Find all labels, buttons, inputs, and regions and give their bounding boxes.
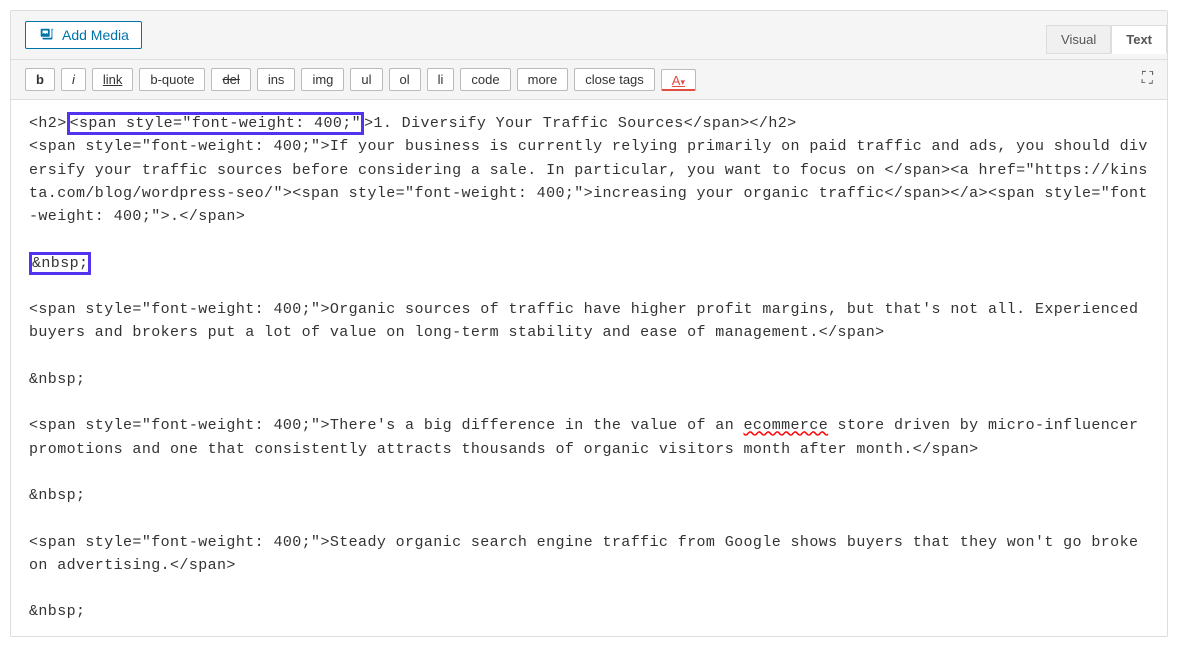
editor-tabs: Visual Text [1046,25,1167,54]
code-text: &nbsp; [29,487,85,504]
code-text: <span style="font-weight: 400;">Steady o… [29,534,1148,574]
code-text: <h2> [29,115,67,132]
qt-li-button[interactable]: li [427,68,455,91]
qt-ol-button[interactable]: ol [389,68,421,91]
tab-text[interactable]: Text [1111,25,1167,54]
qt-text-color-button[interactable]: A▾ [661,69,696,91]
wp-classic-editor: Add Media Visual Text b i link b-quote d… [10,10,1168,637]
quicktags-toolbar: b i link b-quote del ins img ul ol li co… [11,60,1167,100]
code-text: &nbsp; [29,371,85,388]
editor-top-bar: Add Media Visual Text [11,11,1167,60]
qt-code-button[interactable]: code [460,68,510,91]
qt-ul-button[interactable]: ul [350,68,382,91]
code-text: <span style="font-weight: 400;">Organic … [29,301,1148,341]
qt-close-tags-button[interactable]: close tags [574,68,655,91]
highlighted-nbsp: &nbsp; [29,252,91,275]
qt-ins-button[interactable]: ins [257,68,296,91]
spellcheck-underline: ecommerce [744,417,829,434]
text-editor-area[interactable]: <h2><span style="font-weight: 400;">1. D… [11,100,1167,636]
code-text: <span style="font-weight: 400;">If your … [29,138,1148,225]
code-text: &nbsp; [29,603,85,620]
qt-img-button[interactable]: img [301,68,344,91]
qt-del-button[interactable]: del [211,68,250,91]
add-media-label: Add Media [62,27,129,43]
dropdown-caret-icon: ▾ [680,77,685,87]
media-icon [38,26,56,44]
add-media-button[interactable]: Add Media [25,21,142,49]
code-text: <span style="font-weight: 400;">There's … [29,417,744,434]
fullscreen-toggle-icon[interactable]: ⛶ [1142,68,1153,88]
tab-visual[interactable]: Visual [1046,25,1111,54]
code-text: >1. Diversify Your Traffic Sources</span… [364,115,796,132]
qt-link-button[interactable]: link [92,68,134,91]
qt-more-button[interactable]: more [517,68,569,91]
qt-bold-button[interactable]: b [25,68,55,91]
qt-blockquote-button[interactable]: b-quote [139,68,205,91]
qt-italic-button[interactable]: i [61,68,86,91]
highlighted-span-tag: <span style="font-weight: 400;" [67,112,364,135]
